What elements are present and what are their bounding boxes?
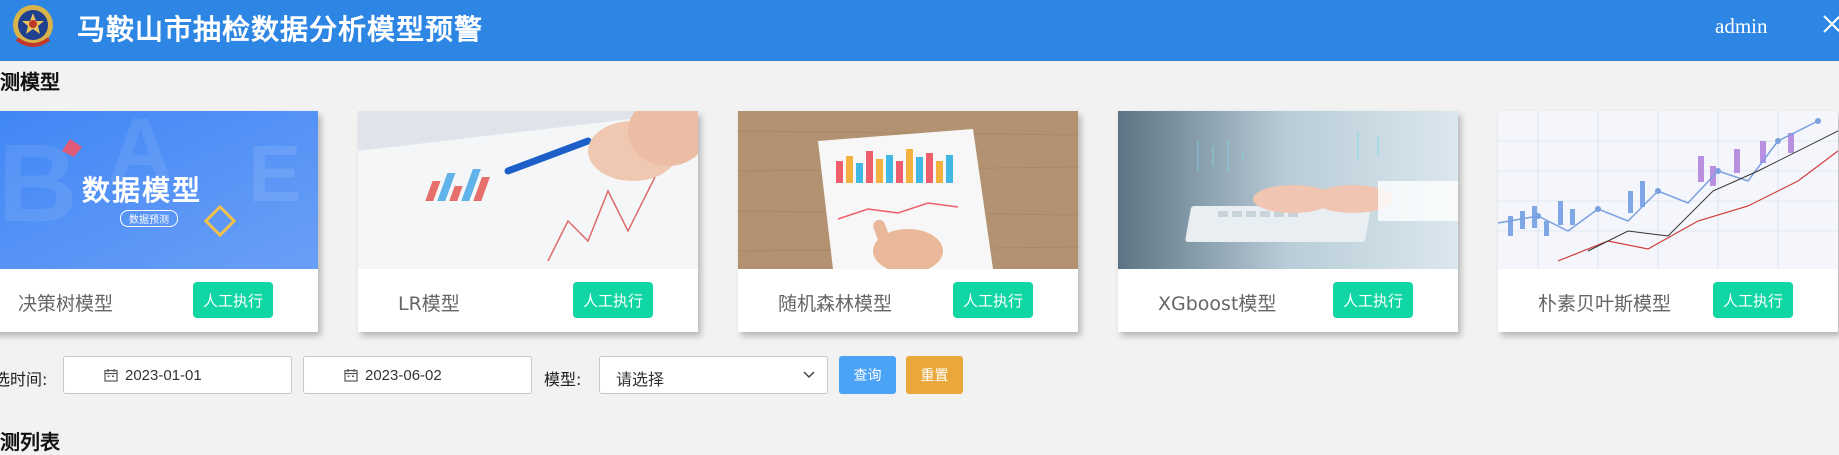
- close-icon[interactable]: [1822, 14, 1839, 34]
- model-card-xgboost: XGboost模型 人工执行: [1118, 111, 1458, 332]
- time-filter-label: 选时间:: [0, 370, 48, 389]
- user-name[interactable]: admin: [1715, 14, 1768, 39]
- model-name: 朴素贝叶斯模型: [1538, 293, 1672, 315]
- model-name: LR模型: [398, 293, 460, 315]
- model-filter-label: 模型:: [544, 370, 582, 389]
- model-select[interactable]: 请选择: [599, 356, 828, 394]
- card-thumbnail: [1498, 111, 1838, 269]
- reset-button[interactable]: 重置: [906, 356, 963, 394]
- model-card-decision-tree: B A E 数据模型 数据预测 决策树模型 人工执行: [0, 111, 318, 332]
- model-name: 随机森林模型: [778, 293, 893, 315]
- end-date-value: 2023-06-02: [365, 367, 442, 384]
- card-thumbnail: [738, 111, 1078, 269]
- manual-run-button[interactable]: 人工执行: [1713, 282, 1793, 318]
- card-thumbnail: B A E 数据模型 数据预测: [0, 111, 318, 269]
- card-thumbnail: [1118, 111, 1458, 269]
- manual-run-button[interactable]: 人工执行: [1333, 282, 1413, 318]
- end-date-picker[interactable]: 2023-06-02: [303, 356, 532, 394]
- app-title: 马鞍山市抽检数据分析模型预警: [77, 13, 484, 46]
- police-emblem-icon: [13, 5, 53, 47]
- calendar-icon: [344, 369, 358, 382]
- model-name: XGboost模型: [1158, 293, 1277, 315]
- svg-text:E: E: [248, 129, 301, 218]
- model-select-value: 请选择: [616, 370, 665, 389]
- svg-text:B: B: [0, 122, 77, 245]
- banner-subtext: 数据预测: [120, 210, 178, 227]
- query-button[interactable]: 查询: [839, 356, 896, 394]
- banner-text: 数据模型: [82, 174, 203, 207]
- manual-run-button[interactable]: 人工执行: [573, 282, 653, 318]
- top-bar: 马鞍山市抽检数据分析模型预警 admin: [0, 0, 1839, 61]
- calendar-icon: [104, 369, 118, 382]
- card-thumbnail: [358, 111, 698, 269]
- section-title: 测模型: [0, 70, 60, 94]
- manual-run-button[interactable]: 人工执行: [953, 282, 1033, 318]
- list-title: 测列表: [0, 430, 60, 454]
- chevron-down-icon: [803, 371, 815, 379]
- manual-run-button[interactable]: 人工执行: [193, 282, 273, 318]
- model-card-lr: LR模型 人工执行: [358, 111, 698, 332]
- start-date-value: 2023-01-01: [125, 367, 202, 384]
- model-card-naive-bayes: 朴素贝叶斯模型 人工执行: [1498, 111, 1838, 332]
- model-card-random-forest: 随机森林模型 人工执行: [738, 111, 1078, 332]
- model-name: 决策树模型: [18, 293, 114, 315]
- start-date-picker[interactable]: 2023-01-01: [63, 356, 292, 394]
